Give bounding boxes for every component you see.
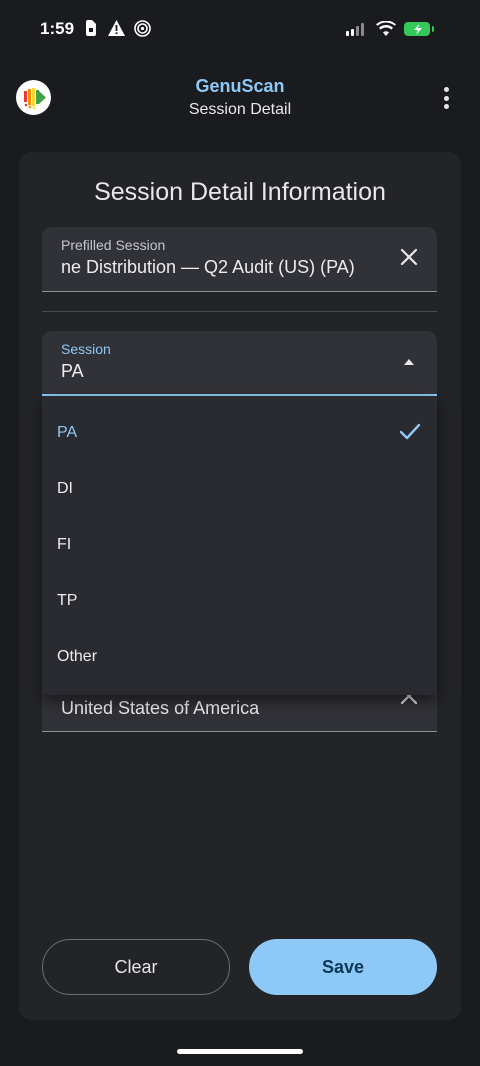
clear-button[interactable]: Clear (42, 939, 230, 995)
session-option-label: DI (57, 480, 73, 497)
prefilled-session-label: Prefilled Session (61, 237, 166, 253)
card-title: Session Detail Information (94, 178, 386, 206)
more-vert-icon (443, 87, 449, 92)
session-option-label: PA (57, 424, 78, 441)
session-option-pa[interactable]: PA (42, 406, 437, 462)
session-value: PA (61, 361, 84, 381)
battery-charging-icon (404, 22, 434, 36)
divider (42, 311, 437, 312)
session-option-di[interactable]: DI (42, 462, 437, 518)
arrow-up-icon[interactable] (404, 359, 414, 365)
clear-prefilled-session-icon[interactable] (399, 247, 419, 267)
session-option-label: Other (57, 648, 98, 665)
session-option-label: FI (57, 536, 72, 553)
session-option-other[interactable]: Other (42, 630, 437, 686)
app-bar: GenuScan Session Detail (0, 58, 480, 138)
overflow-menu-button[interactable] (436, 84, 456, 112)
session-label: Session (61, 341, 111, 357)
wireless-icon (134, 20, 151, 37)
sim-card-icon (86, 20, 96, 36)
session-option-label: TP (57, 592, 78, 609)
session-option-tp[interactable]: TP (42, 574, 437, 630)
check-icon (399, 423, 421, 440)
save-button[interactable]: Save (249, 939, 437, 995)
cellular-signal-icon (346, 22, 364, 36)
status-time: 1:59 (40, 19, 75, 38)
home-indicator[interactable] (177, 1049, 303, 1054)
app-subtitle: Session Detail (188, 101, 292, 118)
warning-icon (108, 20, 125, 36)
session-option-fi[interactable]: FI (42, 518, 437, 574)
status-bar: 1:59 (0, 0, 480, 58)
wifi-icon (376, 21, 396, 36)
prefilled-session-field[interactable]: Prefilled Session ne Distribution — Q2 A… (42, 227, 437, 292)
country-value: United States of America (61, 698, 260, 718)
app-title: GenuScan (195, 76, 285, 96)
session-options-menu: PA DI FI TP Other (42, 396, 437, 695)
session-select[interactable]: Session PA (42, 331, 437, 396)
prefilled-session-value: ne Distribution — Q2 Audit (US) (PA) (61, 257, 355, 277)
